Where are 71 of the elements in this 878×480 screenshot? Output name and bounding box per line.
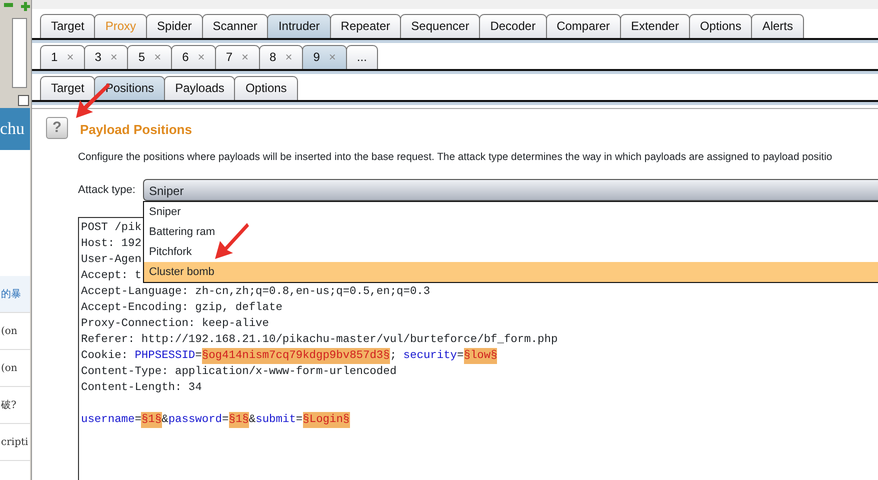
nav-link[interactable]: (on: [0, 313, 30, 350]
tab[interactable]: Scanner: [202, 14, 268, 38]
section-title: Payload Positions: [80, 121, 192, 139]
dropdown-option[interactable]: Pitchfork: [144, 242, 878, 262]
request-text: Referer: http://192.168.21.10/pikachu-master/vul/burteforce/bf_form.php: [81, 332, 558, 348]
attack-type-label: Attack type:: [78, 182, 136, 198]
tab[interactable]: Target: [40, 14, 96, 38]
nav-link[interactable]: 破?: [0, 387, 30, 424]
dropdown-option[interactable]: Battering ram: [144, 222, 878, 242]
tab[interactable]: Extender: [620, 14, 690, 38]
request-text: &: [248, 413, 256, 428]
tab[interactable]: 3 ×: [84, 45, 128, 69]
request-text: POST /pik: [81, 220, 142, 236]
page-header: chu: [0, 108, 30, 150]
payload-marker: §Login§: [302, 412, 350, 428]
request-text: =: [134, 413, 142, 428]
tab[interactable]: Intruder: [267, 14, 331, 38]
parameter-name: submit: [256, 412, 296, 428]
payload-marker: §1§: [228, 412, 249, 428]
tab[interactable]: ...: [346, 45, 378, 69]
parameter-name: PHPSESSID: [134, 349, 196, 364]
tab[interactable]: Positions: [94, 76, 166, 100]
tab[interactable]: 5 ×: [127, 45, 172, 69]
request-text: =: [296, 413, 303, 428]
request-text: Content-Length: 34: [81, 380, 202, 396]
description: Configure the positions where payloads will be inserted into the base request. The attack type determines the way in which payloads are assigned to payload positio: [78, 150, 834, 164]
dropdown-option[interactable]: Sniper: [144, 202, 878, 222]
tab[interactable]: Options: [234, 76, 298, 100]
parameter-name: password: [168, 412, 222, 428]
request-text: Accept-Encoding: gzip, deflate: [81, 300, 282, 316]
parameter-name: username: [81, 413, 135, 428]
tab[interactable]: 1 ×: [40, 45, 85, 69]
tab[interactable]: 6 ×: [171, 45, 216, 69]
minus-icon[interactable]: [4, 2, 13, 8]
tab[interactable]: Target: [40, 76, 96, 100]
request-text: =: [457, 349, 464, 364]
request-text: Accept-Language: zh-cn,zh;q=0.8,en-us;q=0.5,en;q=0.3: [81, 284, 430, 300]
parameter-name: security: [403, 348, 458, 364]
tab[interactable]: Alerts: [751, 14, 804, 38]
payload-marker: §low§: [464, 348, 498, 364]
request-text: Content-Type: application/x-www-form-urlencoded: [81, 364, 397, 380]
request-text: =: [195, 349, 202, 364]
help-icon[interactable]: ?: [46, 117, 68, 139]
tab[interactable]: Spider: [146, 14, 203, 38]
arrow-annotation: [215, 223, 249, 259]
checkbox[interactable]: [18, 95, 29, 106]
tab[interactable]: Repeater: [330, 14, 402, 38]
tab[interactable]: 9 ×: [302, 45, 347, 69]
tab[interactable]: Sequencer: [400, 14, 480, 38]
request-text: Proxy-Connection: keep-alive: [81, 316, 269, 332]
request-text: Cookie:: [81, 348, 129, 364]
tab[interactable]: 8 ×: [258, 45, 304, 69]
text-area[interactable]: [12, 18, 27, 88]
nav-link[interactable]: cripti: [0, 424, 30, 461]
nav-link[interactable]: 的暴: [0, 276, 30, 313]
plus-icon[interactable]: [21, 2, 30, 11]
tab[interactable]: Comparer: [546, 14, 621, 38]
payload-marker: §1§: [141, 412, 162, 428]
attack-type-dropdown[interactable]: Sniper: [143, 179, 878, 202]
request-text: Accept: t: [81, 269, 142, 284]
tab[interactable]: Options: [688, 14, 752, 38]
request-text: =: [222, 413, 229, 428]
request-text: Host: 192: [81, 237, 142, 252]
tab[interactable]: Decoder: [479, 14, 547, 38]
nav-link[interactable]: (on: [0, 350, 30, 387]
dropdown-option[interactable]: Cluster bomb: [144, 262, 878, 282]
tab[interactable]: 7 ×: [214, 45, 260, 69]
payload-marker: §og414nism7cq79kdgp9bv857d3§: [202, 348, 390, 364]
request-text: ;: [390, 349, 398, 364]
tab[interactable]: Payloads: [164, 76, 236, 100]
request-text: User-Agen: [81, 253, 142, 268]
